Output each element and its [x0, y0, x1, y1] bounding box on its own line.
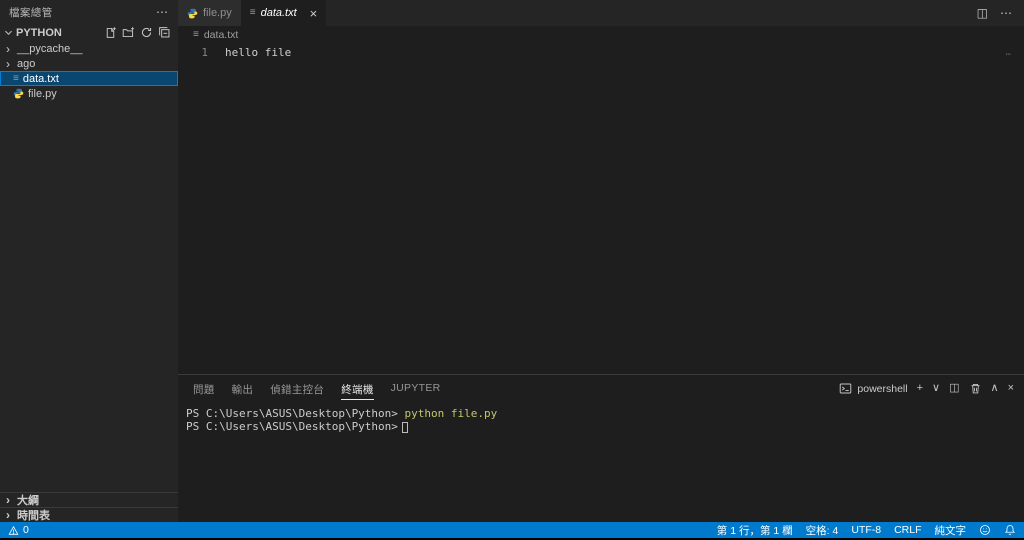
timeline-section-label: 時間表 — [17, 510, 50, 522]
explorer-sidebar: 檔案總管 ⋯ PYTHON › __pycache__ › ago ≡ data… — [0, 0, 178, 522]
editor-more-icon[interactable]: ⋯ — [1000, 7, 1012, 19]
explorer-item-pycache[interactable]: › __pycache__ — [0, 41, 178, 56]
explorer-more-icon[interactable]: ⋯ — [156, 6, 168, 18]
outline-section-label: 大綱 — [17, 495, 39, 507]
terminal-output[interactable]: PS C:\Users\ASUS\Desktop\Python> python … — [178, 402, 1024, 522]
tab-label: file.py — [203, 7, 232, 19]
panel-tabs: 問題 輸出 偵錯主控台 終端機 JUPYTER — [193, 375, 441, 403]
sidebar-bottom-sections: › 大綱 › 時間表 — [0, 492, 178, 522]
cursor-position-status[interactable]: 第 1 行，第 1 欄 — [717, 523, 793, 538]
explorer-item-ago[interactable]: › ago — [0, 56, 178, 71]
code-text: hello file — [225, 45, 292, 59]
editor-group: file.py ≡ data.txt × ◫ ⋯ ≡ data.txt 1 he… — [178, 0, 1024, 522]
kill-terminal-icon[interactable] — [969, 382, 982, 395]
explorer-item-file-py[interactable]: file.py — [0, 86, 178, 101]
new-file-icon[interactable] — [104, 26, 117, 39]
explorer-title-row: 檔案總管 ⋯ — [0, 0, 178, 24]
panel-tab-jupyter[interactable]: JUPYTER — [391, 375, 441, 403]
panel-tab-debug-console[interactable]: 偵錯主控台 — [270, 375, 324, 403]
close-panel-icon[interactable]: × — [1008, 383, 1014, 394]
shell-selector[interactable]: powershell — [839, 382, 908, 395]
notifications-bell-icon[interactable] — [1004, 524, 1016, 536]
vscode-window: 檔案總管 ⋯ PYTHON › __pycache__ › ago ≡ data… — [0, 0, 1024, 540]
code-line-1: 1 hello file — [178, 44, 1024, 60]
warning-icon — [8, 525, 19, 536]
text-file-icon: ≡ — [249, 7, 256, 18]
eol-status[interactable]: CRLF — [894, 524, 921, 536]
terminal-line: PS C:\Users\ASUS\Desktop\Python> python … — [186, 407, 1024, 420]
python-icon — [13, 88, 24, 99]
python-icon — [187, 8, 198, 19]
line-number: 1 — [201, 45, 208, 59]
feedback-icon[interactable] — [979, 524, 991, 536]
language-mode-status[interactable]: 純文字 — [935, 523, 967, 538]
text-file-icon: ≡ — [13, 72, 19, 84]
new-terminal-icon[interactable]: + — [917, 383, 923, 394]
breadcrumb-file: data.txt — [203, 29, 239, 41]
explorer-actions — [104, 26, 178, 39]
explorer-item-data-txt[interactable]: ≡ data.txt — [0, 71, 178, 86]
chevron-right-icon: › — [6, 493, 10, 507]
chevron-right-icon: › — [6, 508, 10, 522]
outline-section-header[interactable]: › 大綱 — [0, 492, 178, 507]
status-right: 第 1 行，第 1 欄 空格: 4 UTF-8 CRLF 純文字 — [717, 523, 1016, 538]
terminal-dropdown-icon[interactable]: ∨ — [932, 383, 940, 394]
indentation-status[interactable]: 空格: 4 — [806, 523, 839, 538]
explorer-item-label: ago — [17, 57, 36, 70]
terminal-cursor — [401, 421, 408, 433]
panel-tab-output[interactable]: 輸出 — [232, 375, 254, 403]
maximize-panel-icon[interactable]: ∧ — [991, 383, 999, 394]
status-bar: 0 第 1 行，第 1 欄 空格: 4 UTF-8 CRLF 純文字 — [0, 522, 1024, 538]
tab-data-txt[interactable]: ≡ data.txt × — [240, 0, 327, 26]
problems-status[interactable]: 0 — [8, 524, 29, 536]
split-editor-icon[interactable]: ◫ — [977, 7, 988, 19]
minimap[interactable]: ⋯ — [1006, 50, 1012, 60]
editor-content[interactable]: 1 hello file ⋯ — [178, 44, 1024, 374]
editor-tab-bar: file.py ≡ data.txt × ◫ ⋯ — [178, 0, 1024, 26]
breadcrumb[interactable]: ≡ data.txt — [178, 26, 1024, 44]
terminal-prompt: PS C:\Users\ASUS\Desktop\Python> — [186, 420, 398, 433]
refresh-icon[interactable] — [140, 26, 153, 39]
terminal-icon — [839, 382, 852, 395]
panel-tab-terminal[interactable]: 終端機 — [341, 375, 375, 403]
chevron-down-icon — [3, 27, 14, 38]
explorer-item-label: __pycache__ — [17, 42, 83, 55]
terminal-line: PS C:\Users\ASUS\Desktop\Python> — [186, 420, 1024, 433]
explorer-section-python[interactable]: PYTHON — [0, 24, 178, 41]
problems-count: 0 — [23, 524, 29, 536]
terminal-prompt: PS C:\Users\ASUS\Desktop\Python> — [186, 407, 398, 420]
chevron-right-icon: › — [6, 56, 10, 71]
tab-file-py[interactable]: file.py — [178, 0, 241, 26]
section-label: PYTHON — [16, 26, 62, 39]
encoding-status[interactable]: UTF-8 — [851, 524, 881, 536]
terminal-command: python file.py — [397, 407, 498, 420]
text-file-icon: ≡ — [193, 29, 199, 40]
panel-actions: powershell + ∨ ◫ ∧ × — [839, 382, 1014, 395]
chevron-right-icon: › — [6, 41, 10, 56]
panel-tab-problems[interactable]: 問題 — [193, 375, 215, 403]
explorer-title: 檔案總管 — [9, 6, 53, 19]
new-folder-icon[interactable] — [122, 26, 135, 39]
timeline-section-header[interactable]: › 時間表 — [0, 507, 178, 522]
bottom-panel: 問題 輸出 偵錯主控台 終端機 JUPYTER powershell + ∨ ◫… — [178, 374, 1024, 522]
tab-label: data.txt — [260, 7, 297, 19]
explorer-item-label: file.py — [28, 87, 57, 100]
editor-actions: ◫ ⋯ — [977, 0, 1024, 26]
explorer-item-label: data.txt — [22, 72, 59, 85]
close-tab-icon[interactable]: × — [310, 6, 318, 21]
shell-label: powershell — [857, 382, 908, 395]
panel-header: 問題 輸出 偵錯主控台 終端機 JUPYTER powershell + ∨ ◫… — [178, 375, 1024, 402]
split-terminal-icon[interactable]: ◫ — [949, 383, 959, 394]
collapse-all-icon[interactable] — [158, 26, 171, 39]
